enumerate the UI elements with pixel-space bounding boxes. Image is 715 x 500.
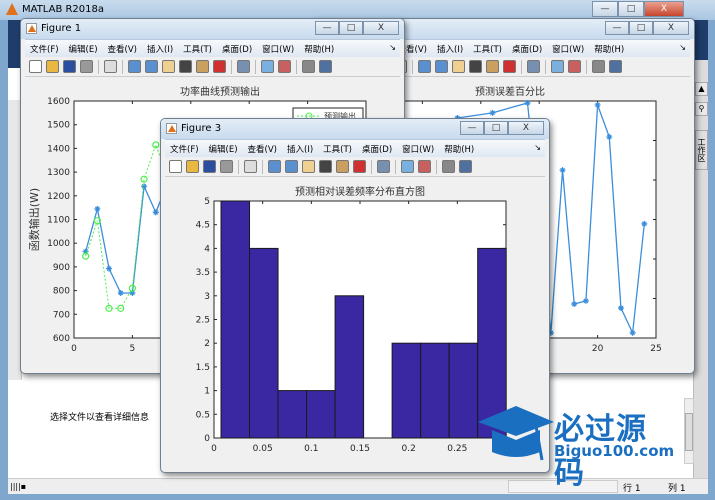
y-tick-label: 1500 — [47, 121, 70, 131]
matlab-logo-icon — [6, 3, 18, 15]
y-tick-label: 1 — [204, 387, 210, 397]
y-tick-label: 4.5 — [196, 221, 210, 231]
x-tick-label: 0 — [71, 344, 77, 354]
histogram-bar[interactable] — [391, 342, 422, 439]
scroll-thumb[interactable] — [685, 413, 693, 451]
y-tick-label: 0.5 — [196, 410, 210, 420]
y-tick-label: 700 — [53, 310, 70, 320]
search-icon[interactable]: ⚲ — [695, 102, 708, 116]
y-tick-label: 2 — [204, 339, 210, 349]
details-placeholder: 选择文件以查看详细信息 — [50, 413, 150, 423]
histogram-bar[interactable] — [277, 390, 308, 439]
histogram-bar[interactable] — [334, 295, 365, 439]
y-tick-label: 4 — [204, 244, 210, 254]
chart-title: 预测误差百分比 — [475, 85, 545, 98]
y-tick-label: 1000 — [47, 239, 70, 249]
y-tick-label: 1200 — [47, 192, 70, 202]
details-scrollbar[interactable] — [684, 398, 694, 464]
histogram-bar[interactable] — [420, 342, 450, 439]
minimize-button[interactable]: — — [592, 1, 618, 17]
histogram-bar[interactable] — [306, 390, 336, 439]
app-title: MATLAB R2018a — [22, 4, 105, 15]
x-tick-label: 0.05 — [253, 444, 273, 454]
maximize-button[interactable]: □ — [618, 1, 644, 17]
workspace-tab[interactable]: 工作区 — [695, 130, 708, 170]
watermark-logo: 必过源码 Biguo100.com — [476, 400, 676, 491]
x-tick-label: 0.2 — [402, 444, 416, 454]
watermark-en: Biguo100.com — [554, 442, 675, 460]
y-tick-label: 1100 — [47, 216, 70, 226]
y-tick-label: 0 — [204, 434, 210, 444]
x-tick-label: 0 — [211, 444, 217, 454]
main-window-controls: — □ X — [592, 1, 684, 17]
y-tick-label: 900 — [53, 263, 70, 273]
matlab-title-bar: MATLAB R2018a — □ X — [0, 0, 715, 20]
y-tick-label: 1300 — [47, 168, 70, 178]
y-tick-label: 3 — [204, 292, 210, 302]
histogram-bar[interactable] — [220, 200, 251, 439]
x-tick-label: 20 — [592, 344, 604, 354]
x-tick-label: 5 — [130, 344, 136, 354]
chart-title: 预测相对误差频率分布直方图 — [295, 185, 425, 198]
graduation-cap-icon — [478, 406, 554, 461]
status-grip-icon: ||||▪ — [10, 482, 27, 491]
x-tick-label: 0.15 — [350, 444, 370, 454]
x-tick-label: 0.1 — [304, 444, 318, 454]
histogram-bar[interactable] — [249, 247, 279, 439]
chart-title: 功率曲线预测输出 — [180, 85, 260, 98]
close-button[interactable]: X — [644, 1, 684, 17]
y-tick-label: 1.5 — [196, 363, 210, 373]
y-tick-label: 800 — [53, 287, 70, 297]
y-tick-label: 5 — [204, 197, 210, 207]
x-tick-label: 25 — [650, 344, 661, 354]
right-panel: ▲ ⚲ 工作区 — [693, 60, 708, 480]
y-tick-label: 600 — [53, 334, 70, 344]
y-tick-label: 1600 — [47, 97, 70, 107]
y-tick-label: 1400 — [47, 144, 70, 154]
histogram-bar[interactable] — [448, 342, 479, 439]
y-axis-label: 函数输出(W) — [27, 188, 41, 251]
collapse-icon[interactable]: ▲ — [695, 82, 708, 96]
x-tick-label: 0.25 — [447, 444, 467, 454]
y-tick-label: 2.5 — [196, 316, 210, 326]
y-tick-label: 3.5 — [196, 268, 210, 278]
